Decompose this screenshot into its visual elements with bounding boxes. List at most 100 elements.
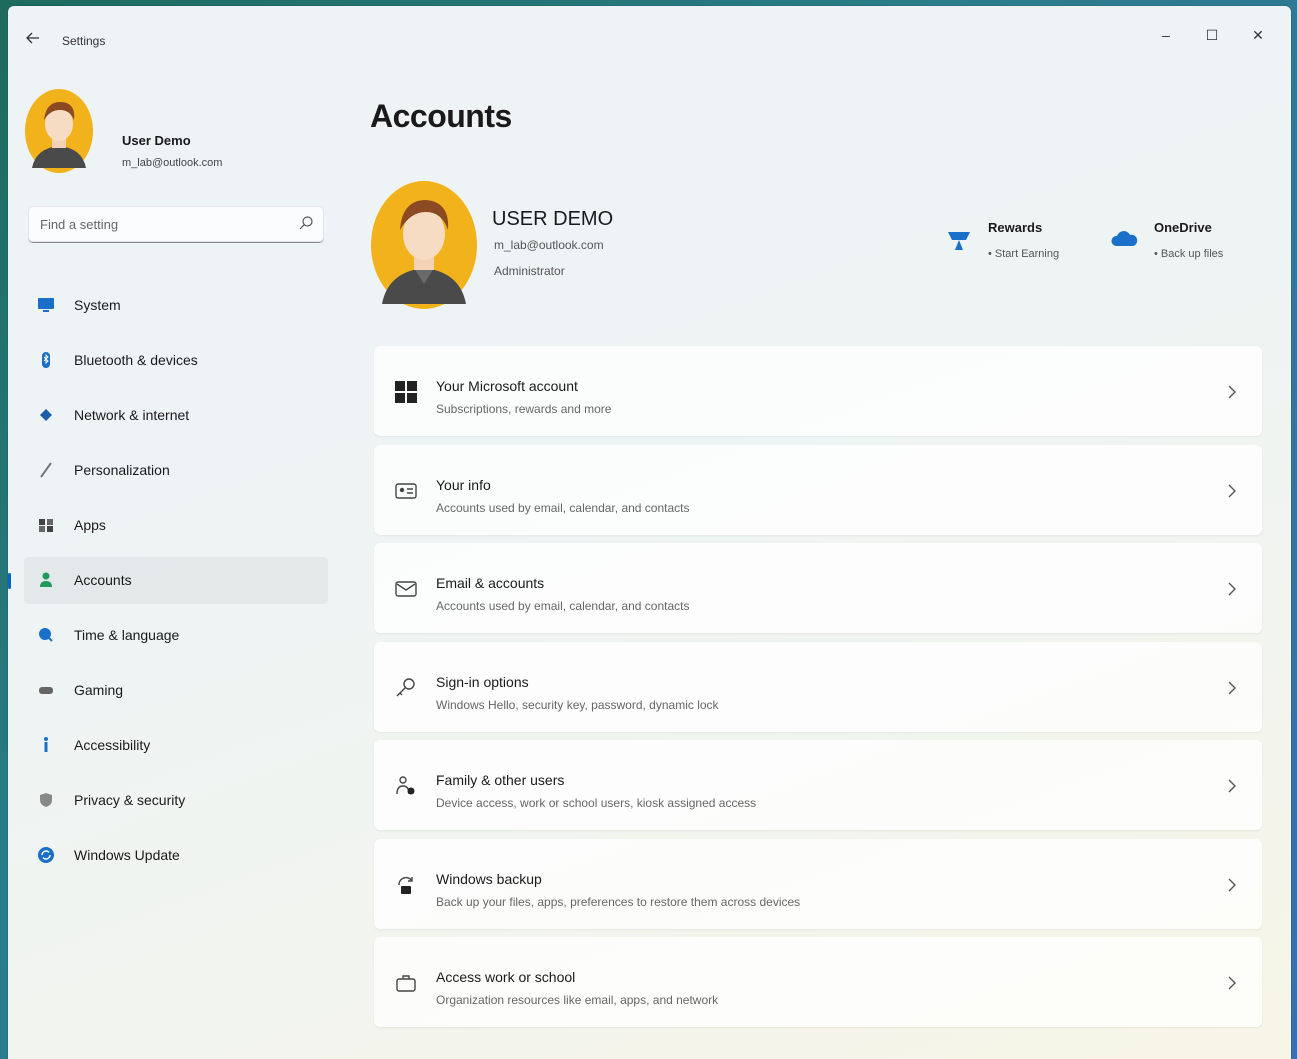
sidebar-item-privacy[interactable]: Privacy & security [24, 777, 328, 824]
card-subtitle: Device access, work or school users, kio… [436, 796, 757, 810]
card-title: Email & accounts [436, 575, 545, 591]
chevron-right-icon [1228, 878, 1236, 891]
apps-icon [39, 519, 53, 532]
sidebar-item-label: Accessibility [74, 737, 151, 753]
card-microsoft-account[interactable]: Your Microsoft account Subscriptions, re… [374, 346, 1262, 436]
brush-icon [40, 462, 52, 478]
card-subtitle: Subscriptions, rewards and more [436, 402, 612, 416]
settings-cards: Your Microsoft account Subscriptions, re… [374, 346, 1262, 1036]
backup-icon [398, 876, 413, 894]
promo-subtitle: • Back up files [1154, 248, 1224, 260]
sidebar-item-label: Bluetooth & devices [74, 352, 198, 368]
sidebar-item-apps[interactable]: Apps [24, 502, 328, 549]
wifi-icon [40, 409, 52, 421]
card-access-work-school[interactable]: Access work or school Organization resou… [374, 937, 1262, 1027]
gamepad-icon [39, 687, 53, 694]
globe-clock-icon [39, 628, 53, 642]
sidebar-item-network[interactable]: Network & internet [24, 392, 328, 439]
sidebar-item-label: Personalization [74, 462, 170, 478]
chevron-right-icon [1228, 779, 1236, 793]
card-title: Windows backup [436, 870, 542, 887]
promo-subtitle: • Start Earning [988, 248, 1060, 260]
card-title: Your info [436, 476, 491, 493]
onedrive-promo[interactable]: OneDrive • Back up files [1110, 218, 1260, 274]
promo-title: OneDrive [1154, 220, 1212, 235]
minimize-button[interactable]: – [1143, 20, 1189, 50]
app-title: Settings [62, 34, 106, 48]
person-icon [40, 572, 52, 587]
close-button[interactable]: ✕ [1235, 20, 1281, 50]
search-icon[interactable] [298, 215, 314, 231]
briefcase-icon [396, 975, 416, 992]
monitor-icon [38, 298, 54, 312]
sidebar-item-label: Accounts [74, 572, 132, 588]
hero-name: USER DEMO [492, 208, 614, 230]
promo-title: Rewards [988, 220, 1043, 235]
mail-icon [395, 581, 417, 597]
cloud-icon [1111, 231, 1138, 246]
sidebar-item-personalization[interactable]: Personalization [24, 447, 328, 494]
chevron-right-icon [1228, 681, 1236, 694]
chevron-right-icon [1228, 976, 1236, 990]
sidebar-item-system[interactable]: System [24, 282, 328, 329]
card-title: Sign-in options [436, 673, 529, 690]
card-your-info[interactable]: Your info Accounts used by email, calend… [374, 444, 1262, 535]
rewards-promo[interactable]: Rewards • Start Earning [944, 218, 1094, 274]
sidebar-profile[interactable]: User Demo m_lab@outlook.com [24, 88, 324, 178]
search-box [28, 206, 324, 243]
card-subtitle: Organization resources like email, apps,… [436, 993, 719, 1007]
card-title: Access work or school [436, 969, 576, 985]
back-button[interactable] [22, 30, 44, 52]
sidebar-item-label: Windows Update [74, 847, 180, 863]
sidebar-nav: System Bluetooth & devices Network & int… [8, 282, 328, 887]
hero-role: Administrator [494, 264, 565, 278]
card-windows-backup[interactable]: Windows backup Back up your files, apps,… [374, 838, 1262, 929]
card-email-accounts[interactable]: Email & accounts Accounts used by email,… [374, 543, 1262, 633]
settings-window: Settings – ☐ ✕ User Demo m_lab@outlook.c… [8, 6, 1291, 1059]
sidebar-item-windows-update[interactable]: Windows Update [24, 832, 328, 879]
card-title: Your Microsoft account [436, 378, 578, 394]
sidebar-item-label: Privacy & security [74, 792, 186, 808]
maximize-button[interactable]: ☐ [1189, 20, 1235, 50]
sidebar-item-label: Apps [74, 517, 106, 533]
sidebar-item-label: Gaming [74, 682, 124, 698]
sidebar-item-label: Time & language [74, 627, 180, 643]
shield-icon [40, 793, 52, 807]
key-icon [396, 677, 415, 696]
sidebar-item-time-language[interactable]: Time & language [24, 612, 328, 659]
chevron-right-icon [1228, 582, 1236, 596]
page-title: Accounts [370, 98, 512, 134]
sidebar-item-bluetooth[interactable]: Bluetooth & devices [24, 337, 328, 384]
update-icon [38, 847, 54, 863]
bluetooth-icon [42, 352, 50, 368]
card-family-users[interactable]: Family & other users Device access, work… [374, 740, 1262, 830]
hero-email: m_lab@outlook.com [494, 238, 604, 252]
profile-email: m_lab@outlook.com [122, 157, 223, 169]
sidebar-item-accessibility[interactable]: Accessibility [24, 722, 328, 769]
hero-avatar [371, 181, 477, 309]
microsoft-logo-icon [395, 381, 417, 403]
family-icon [396, 776, 415, 795]
card-subtitle: Back up your files, apps, preferences to… [436, 894, 801, 909]
sidebar-item-label: Network & internet [74, 407, 190, 423]
card-subtitle: Windows Hello, security key, password, d… [436, 697, 719, 712]
card-sign-in-options[interactable]: Sign-in options Windows Hello, security … [374, 641, 1262, 732]
card-subtitle: Accounts used by email, calendar, and co… [436, 500, 690, 515]
sidebar-item-gaming[interactable]: Gaming [24, 667, 328, 714]
sidebar: User Demo m_lab@outlook.com System Bluet… [8, 66, 338, 1059]
back-arrow-icon [26, 32, 39, 44]
search-input[interactable] [38, 206, 292, 242]
card-title: Family & other users [436, 772, 565, 788]
contact-card-icon [395, 482, 417, 499]
rewards-icon [948, 232, 970, 250]
chevron-right-icon [1228, 385, 1236, 399]
profile-name: User Demo [122, 133, 191, 148]
avatar [25, 89, 93, 173]
sidebar-item-label: System [74, 297, 121, 313]
title-bar: Settings – ☐ ✕ [8, 6, 1291, 66]
chevron-right-icon [1228, 484, 1236, 497]
sidebar-item-accounts[interactable]: Accounts [8, 557, 328, 604]
selection-indicator [8, 573, 11, 589]
accessibility-icon [44, 737, 48, 752]
card-subtitle: Accounts used by email, calendar, and co… [436, 599, 690, 613]
